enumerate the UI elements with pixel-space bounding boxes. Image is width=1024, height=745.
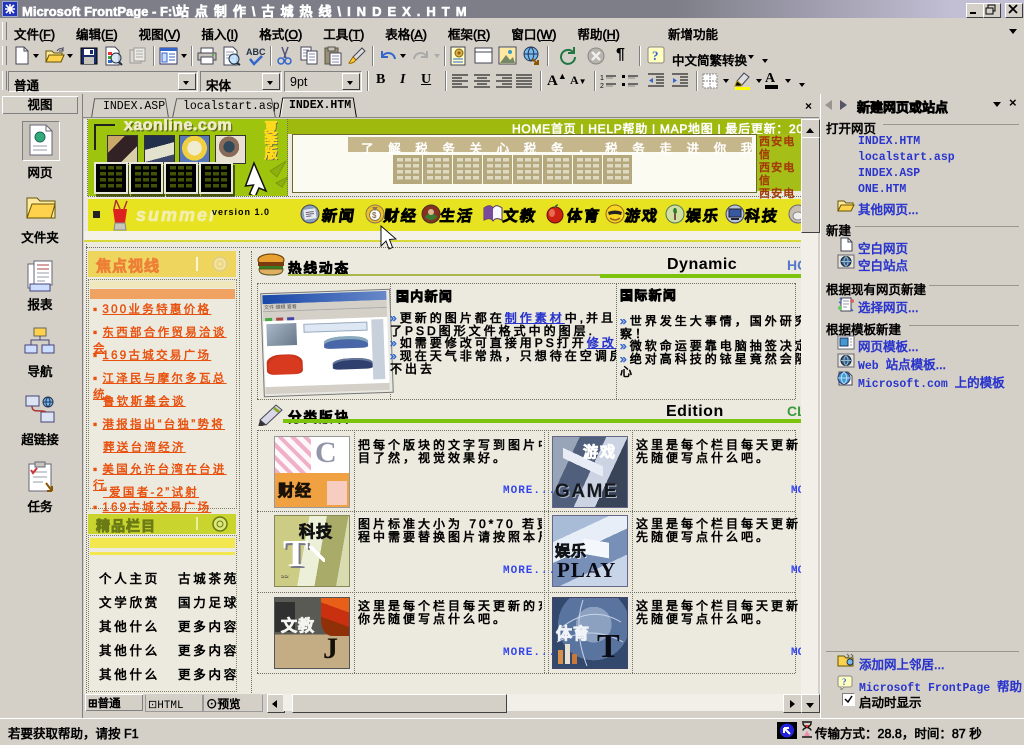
svg-text:1: 1 [600, 75, 604, 82]
svg-text:ABC: ABC [246, 47, 266, 57]
svg-text:?: ? [842, 677, 847, 687]
svg-text:2: 2 [600, 83, 604, 89]
svg-text:?: ? [652, 48, 659, 63]
